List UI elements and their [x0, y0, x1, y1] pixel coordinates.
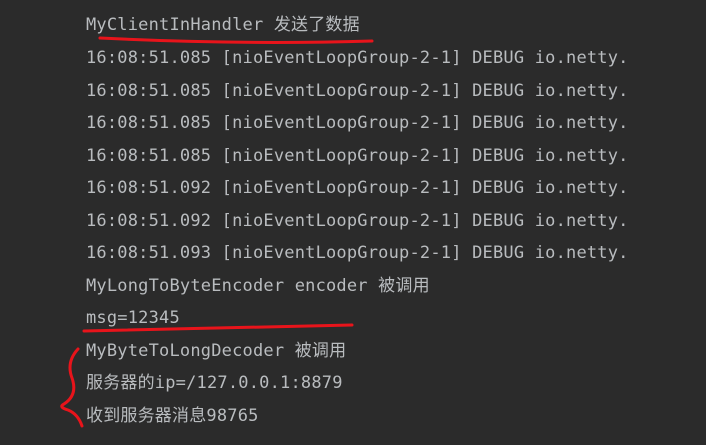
- console-line: 16:08:51.085 [nioEventLoopGroup-2-1] DEB…: [86, 81, 629, 101]
- console-line: 16:08:51.092 [nioEventLoopGroup-2-1] DEB…: [86, 211, 629, 231]
- console-line: msg=12345: [86, 308, 180, 328]
- clipped-previous-line: [86, 0, 706, 3]
- console-line: MyLongToByteEncoder encoder 被调用: [86, 276, 430, 296]
- console-output: MyClientInHandler 发送了数据 16:08:51.085 [ni…: [0, 0, 706, 445]
- console-line: 16:08:51.085 [nioEventLoopGroup-2-1] DEB…: [86, 146, 629, 166]
- console-line: 16:08:51.085 [nioEventLoopGroup-2-1] DEB…: [86, 48, 629, 68]
- console-line: MyByteToLongDecoder 被调用: [86, 341, 347, 361]
- console-line: 16:08:51.092 [nioEventLoopGroup-2-1] DEB…: [86, 178, 629, 198]
- console-line: 16:08:51.085 [nioEventLoopGroup-2-1] DEB…: [86, 113, 629, 133]
- console-line: 收到服务器消息98765: [86, 406, 259, 426]
- console-line: 16:08:51.093 [nioEventLoopGroup-2-1] DEB…: [86, 243, 629, 263]
- console-line: 服务器的ip=/127.0.0.1:8879: [86, 373, 343, 393]
- console-line: MyClientInHandler 发送了数据: [86, 15, 360, 35]
